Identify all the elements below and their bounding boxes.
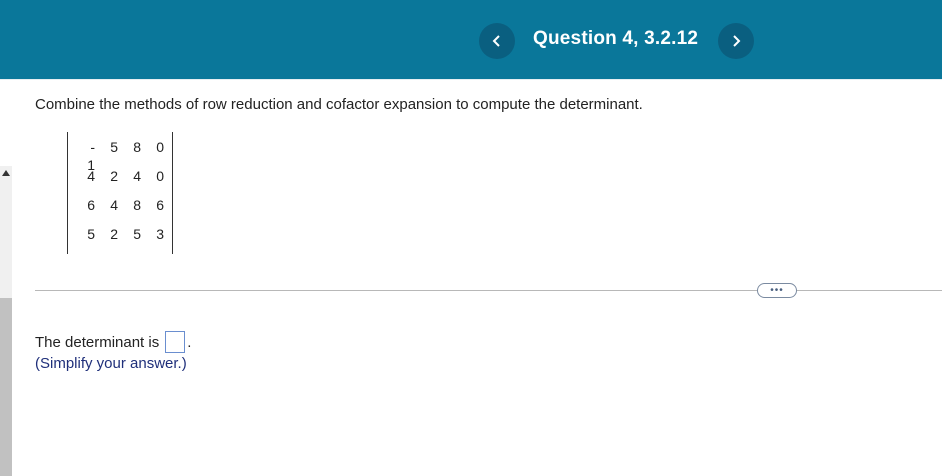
matrix-cell: 4 bbox=[133, 168, 141, 184]
determinant-matrix: - 1580424064865253 bbox=[67, 132, 173, 254]
answer-line: The determinant is . bbox=[35, 331, 191, 353]
matrix-cell: 4 bbox=[110, 197, 118, 213]
matrix-cell: 5 bbox=[133, 226, 141, 242]
matrix-cell: 3 bbox=[156, 226, 164, 242]
answer-suffix: . bbox=[187, 333, 192, 351]
chevron-left-icon bbox=[492, 35, 500, 47]
matrix-cell: 2 bbox=[110, 226, 118, 242]
more-options-button[interactable]: ••• bbox=[757, 283, 797, 298]
matrix-cell: 8 bbox=[133, 139, 141, 155]
determinant-answer-input[interactable] bbox=[165, 331, 186, 353]
question-instructions: Combine the methods of row reduction and… bbox=[35, 96, 643, 113]
previous-question-button[interactable] bbox=[479, 23, 515, 59]
matrix-cell: 4 bbox=[87, 168, 95, 184]
matrix-cell: 0 bbox=[156, 168, 164, 184]
matrix-grid: - 1580424064865253 bbox=[80, 138, 172, 254]
matrix-cell: 5 bbox=[110, 139, 118, 155]
triangle-up-icon bbox=[2, 170, 10, 176]
matrix-cell: 0 bbox=[156, 139, 164, 155]
matrix-cell: 6 bbox=[156, 197, 164, 213]
matrix-cell: - 1 bbox=[87, 139, 95, 173]
next-question-button[interactable] bbox=[718, 23, 754, 59]
matrix-cell: 6 bbox=[87, 197, 95, 213]
section-divider bbox=[35, 290, 942, 291]
answer-prefix: The determinant is bbox=[35, 333, 160, 351]
matrix-cell: 8 bbox=[133, 197, 141, 213]
chevron-right-icon bbox=[733, 35, 741, 47]
page: Question 4, 3.2.12 Combine the methods o… bbox=[0, 0, 942, 476]
matrix-cell: 5 bbox=[87, 226, 95, 242]
scrollbar-thumb[interactable] bbox=[0, 298, 12, 476]
scroll-up-button[interactable] bbox=[0, 166, 12, 180]
header-divider bbox=[0, 79, 942, 80]
question-header: Question 4, 3.2.12 bbox=[0, 0, 942, 79]
question-title: Question 4, 3.2.12 bbox=[533, 28, 699, 49]
matrix-cell: 2 bbox=[110, 168, 118, 184]
answer-hint: (Simplify your answer.) bbox=[35, 355, 187, 372]
